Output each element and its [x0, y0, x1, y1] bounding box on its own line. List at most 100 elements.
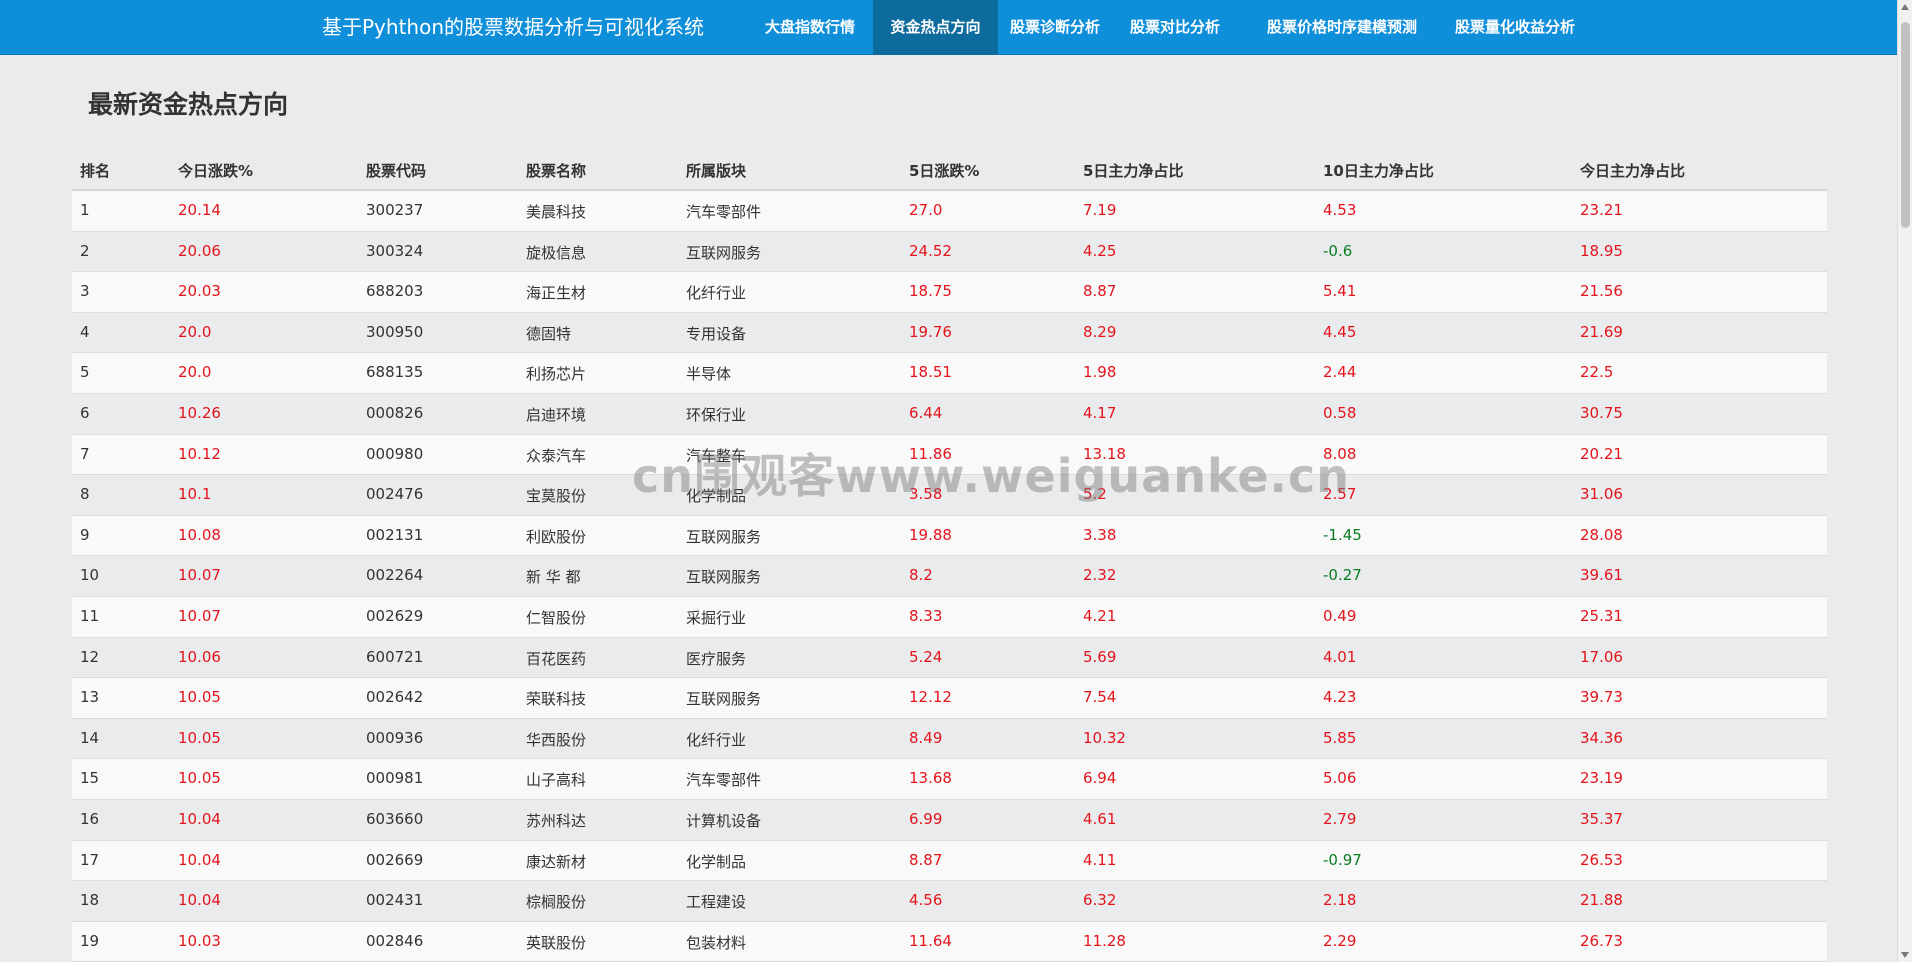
cell-sector: 互联网服务 [686, 527, 762, 546]
cell-change-5d: 8.2 [909, 566, 933, 585]
table-row: 2 20.06 300324 旋极信息 互联网服务 24.52 4.25 -0.6 18.95 [72, 231, 1827, 273]
cell-main-ratio-5d: 4.17 [1083, 403, 1117, 422]
table-header: 排名 今日涨跌% 股票代码 股票名称 所属版块 5日涨跌% 5日主力净占比 10日主力净占比 今… [72, 150, 1827, 191]
cell-main-ratio-5d: 11.28 [1083, 931, 1126, 950]
cell-change-5d: 3.58 [909, 485, 943, 504]
cell-stock-name: 山子高科 [526, 771, 587, 790]
cell-main-ratio-today: 34.36 [1580, 728, 1623, 747]
cell-stock-name: 美晨科技 [526, 203, 587, 221]
header-main-ratio-5d: 5日主力净占比 [1083, 162, 1184, 180]
table-body: 1 20.14 300237 美晨科技 汽车零部件 27.0 7.19 4.53 23.21 2 2… [72, 191, 1827, 962]
cell-change-5d: 5.24 [909, 647, 943, 666]
table-row: 10 10.07 002264 新 华 都 互联网服务 8.2 2.32 -0.27 39.61 [72, 556, 1827, 597]
cell-stock-code: 300237 [366, 201, 424, 219]
cell-rank: 1 [80, 201, 90, 219]
header-stock-name: 股票名称 [526, 162, 587, 180]
nav-stock-diagnosis[interactable]: 股票诊断分析 [996, 0, 1114, 55]
header-stock-code: 股票代码 [366, 162, 427, 180]
table-row: 19 10.03 002846 英联股份 包装材料 11.64 11.28 2.29 26.73 [72, 921, 1827, 962]
cell-sector: 环保行业 [686, 405, 747, 424]
cell-rank: 15 [80, 769, 100, 788]
table-row: 1 20.14 300237 美晨科技 汽车零部件 27.0 7.19 4.53 23.21 [72, 191, 1827, 232]
cell-stock-code: 002846 [366, 931, 424, 950]
cell-main-ratio-10d: -1.45 [1323, 525, 1362, 544]
nav-quant-return[interactable]: 股票量化收益分析 [1441, 0, 1589, 55]
brand-title[interactable]: 基于Pyhthon的股票数据分析与可视化系统 [322, 0, 704, 55]
cell-stock-code: 002431 [366, 891, 424, 910]
cell-rank: 12 [80, 647, 100, 666]
cell-stock-name: 荣联科技 [526, 690, 587, 709]
header-change-5d: 5日涨跌% [909, 162, 980, 180]
cell-sector: 采掘行业 [686, 608, 747, 627]
cell-change-5d: 19.76 [909, 322, 952, 341]
cell-change-5d: 8.33 [909, 606, 943, 625]
table-row: 15 10.05 000981 山子高科 汽车零部件 13.68 6.94 5.06 23.19 [72, 759, 1827, 800]
scroll-up-arrow-icon[interactable] [1901, 4, 1909, 10]
cell-today-change: 20.14 [178, 201, 221, 219]
cell-main-ratio-today: 30.75 [1580, 403, 1623, 422]
cell-stock-name: 众泰汽车 [526, 446, 587, 465]
cell-rank: 5 [80, 363, 90, 382]
cell-main-ratio-today: 18.95 [1580, 241, 1623, 260]
cell-main-ratio-10d: 2.79 [1323, 809, 1357, 828]
cell-sector: 化纤行业 [686, 730, 747, 749]
cell-stock-code: 002264 [366, 566, 424, 585]
nav-stock-compare[interactable]: 股票对比分析 [1121, 0, 1229, 55]
nav-hot-money[interactable]: 资金热点方向 [873, 0, 998, 55]
cell-today-change: 20.06 [178, 241, 221, 260]
cell-main-ratio-today: 26.73 [1580, 931, 1623, 950]
cell-main-ratio-today: 21.88 [1580, 891, 1623, 910]
nav-market-index[interactable]: 大盘指数行情 [758, 0, 862, 55]
cell-main-ratio-10d: 2.29 [1323, 931, 1357, 950]
cell-sector: 汽车零部件 [686, 203, 762, 221]
table-row: 5 20.0 688135 利扬芯片 半导体 18.51 1.98 2.44 22.5 [72, 353, 1827, 394]
scroll-down-arrow-icon[interactable] [1901, 952, 1909, 958]
cell-rank: 4 [80, 322, 90, 341]
cell-main-ratio-10d: 0.58 [1323, 403, 1357, 422]
table-row: 14 10.05 000936 华西股份 化纤行业 8.49 10.32 5.85 34.36 [72, 718, 1827, 760]
cell-stock-name: 新 华 都 [526, 568, 581, 587]
cell-change-5d: 11.64 [909, 931, 952, 950]
cell-stock-code: 000981 [366, 769, 424, 788]
cell-main-ratio-10d: 2.44 [1323, 363, 1357, 382]
cell-main-ratio-today: 35.37 [1580, 809, 1623, 828]
cell-stock-code: 002629 [366, 606, 424, 625]
cell-sector: 工程建设 [686, 893, 747, 912]
cell-change-5d: 12.12 [909, 688, 952, 707]
cell-stock-name: 棕榈股份 [526, 893, 587, 912]
cell-main-ratio-5d: 4.21 [1083, 606, 1117, 625]
table-row: 16 10.04 603660 苏州科达 计算机设备 6.99 4.61 2.79 35.37 [72, 799, 1827, 841]
cell-change-5d: 13.68 [909, 769, 952, 788]
nav-price-forecast[interactable]: 股票价格时序建模预测 [1253, 0, 1431, 55]
table-row: 3 20.03 688203 海正生材 化纤行业 18.75 8.87 5.41 21.56 [72, 272, 1827, 313]
cell-stock-name: 利欧股份 [526, 527, 587, 546]
cell-today-change: 10.07 [178, 606, 221, 625]
cell-main-ratio-10d: 5.41 [1323, 282, 1357, 301]
cell-main-ratio-5d: 4.61 [1083, 809, 1117, 828]
cell-main-ratio-today: 25.31 [1580, 606, 1623, 625]
cell-stock-code: 002131 [366, 525, 424, 544]
cell-stock-code: 688135 [366, 363, 424, 382]
scroll-thumb[interactable] [1901, 22, 1910, 228]
cell-today-change: 10.26 [178, 403, 221, 422]
cell-stock-name: 旋极信息 [526, 243, 587, 262]
cell-main-ratio-today: 28.08 [1580, 525, 1623, 544]
cell-stock-code: 603660 [366, 809, 424, 828]
cell-sector: 化学制品 [686, 487, 747, 506]
cell-main-ratio-5d: 8.29 [1083, 322, 1117, 341]
cell-stock-name: 启迪环境 [526, 405, 587, 424]
cell-rank: 19 [80, 931, 100, 950]
top-navbar: 基于Pyhthon的股票数据分析与可视化系统 大盘指数行情 资金热点方向 股票诊断分… [0, 0, 1897, 55]
cell-main-ratio-5d: 6.32 [1083, 891, 1117, 910]
cell-stock-code: 600721 [366, 647, 424, 666]
cell-main-ratio-5d: 2.32 [1083, 566, 1117, 585]
cell-stock-name: 苏州科达 [526, 811, 587, 830]
vertical-scrollbar[interactable] [1897, 0, 1912, 962]
cell-main-ratio-10d: -0.6 [1323, 241, 1353, 260]
cell-change-5d: 18.51 [909, 363, 952, 382]
cell-sector: 汽车零部件 [686, 771, 762, 790]
table-row: 4 20.0 300950 德固特 专用设备 19.76 8.29 4.45 21.69 [72, 312, 1827, 354]
cell-today-change: 10.06 [178, 647, 221, 666]
cell-main-ratio-10d: 2.57 [1323, 485, 1357, 504]
cell-main-ratio-today: 21.69 [1580, 322, 1623, 341]
